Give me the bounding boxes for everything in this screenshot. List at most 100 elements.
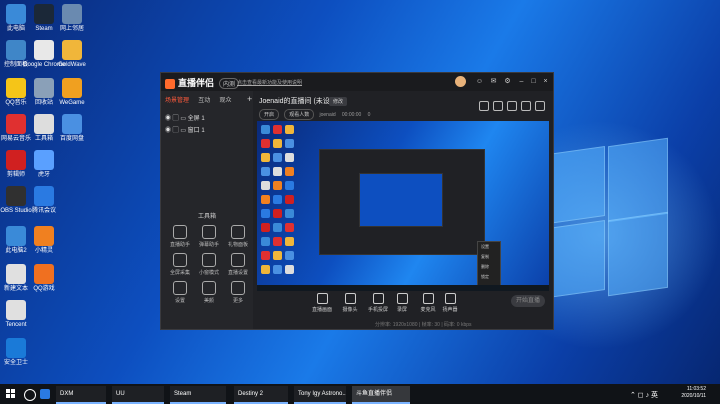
tool-icon bbox=[231, 225, 245, 239]
preview-canvas[interactable]: 设置 复制 删除 锁定 bbox=[257, 121, 549, 291]
toolbox-item[interactable]: 更多 bbox=[223, 281, 253, 304]
preview-icon bbox=[273, 125, 282, 134]
preview-icon bbox=[261, 223, 270, 232]
avatar[interactable] bbox=[455, 76, 466, 87]
stream-title[interactable]: Joenaid的直播间 (未设定) bbox=[259, 96, 339, 106]
preview-icon bbox=[285, 237, 294, 246]
control-button[interactable]: 手机投屏 bbox=[365, 293, 391, 313]
preview-icon bbox=[273, 181, 282, 190]
system-clock[interactable]: 11:03:52 2020/10/11 bbox=[670, 386, 706, 400]
desktop-icon[interactable]: 网上邻居 bbox=[50, 4, 94, 33]
taskbar-app[interactable]: DXM bbox=[56, 386, 106, 404]
toggle-pill[interactable]: 开启 bbox=[259, 109, 280, 120]
fullscreen-icon[interactable] bbox=[507, 101, 517, 111]
taskbar-app[interactable]: UU bbox=[112, 386, 164, 404]
tool-label: 美颜 bbox=[203, 298, 214, 304]
desktop-icon[interactable]: 百度网盘 bbox=[50, 114, 94, 143]
preview-icon bbox=[261, 251, 270, 260]
tab-scenes[interactable]: 场景管理 bbox=[165, 98, 189, 104]
toolbox-item[interactable]: 全屏采集 bbox=[165, 253, 195, 276]
desktop-icon[interactable]: 虎牙 bbox=[22, 150, 66, 179]
preview-icon bbox=[273, 153, 282, 162]
add-scene-icon[interactable]: + bbox=[247, 94, 252, 104]
bell-icon[interactable] bbox=[521, 101, 531, 111]
tool-icon bbox=[202, 225, 216, 239]
toolbox-item[interactable]: 礼物面板 bbox=[223, 225, 253, 248]
desktop-icon[interactable]: 安全卫士 bbox=[0, 338, 38, 367]
taskview-icon[interactable] bbox=[40, 389, 50, 399]
context-menu[interactable]: 设置 复制 删除 锁定 bbox=[477, 241, 501, 291]
control-label: 直播画面 bbox=[311, 307, 332, 313]
tab-audience[interactable]: 观众 bbox=[220, 98, 232, 104]
maximize-icon[interactable]: □ bbox=[529, 77, 538, 86]
control-button[interactable]: 扬声器 bbox=[437, 293, 463, 313]
preview-icon bbox=[285, 153, 294, 162]
layout-icon[interactable] bbox=[493, 101, 503, 111]
app-icon bbox=[62, 4, 82, 24]
taskbar-app[interactable]: Destiny 2 bbox=[234, 386, 288, 404]
close-icon[interactable]: × bbox=[541, 77, 550, 86]
preview-icon bbox=[285, 195, 294, 204]
app-icon bbox=[62, 40, 82, 60]
desktop-icon[interactable]: 腾讯会议 bbox=[22, 186, 66, 215]
control-button[interactable]: 录屏 bbox=[389, 293, 415, 313]
tab-interact[interactable]: 互动 bbox=[198, 98, 210, 104]
preview-icon bbox=[261, 209, 270, 218]
tray-icons[interactable]: ⌃ ◻ ♪ 英 bbox=[630, 390, 658, 400]
toolbox-item[interactable]: 设置 bbox=[165, 281, 195, 304]
live-assistant-window: 直播伴侣 内测 点击查看最新功能及使用说明 ☺ ✉ ⚙ – □ × 场景管理 互… bbox=[160, 72, 554, 330]
edit-title-button[interactable]: 修改 bbox=[329, 97, 348, 106]
taskbar-app[interactable]: Steam bbox=[170, 386, 226, 404]
desktop-icon[interactable]: QQ游戏 bbox=[22, 264, 66, 293]
desktop-icon-label: WeGame bbox=[59, 100, 85, 106]
toolbox-item[interactable]: 直播设置 bbox=[223, 253, 253, 276]
app-icon bbox=[34, 150, 54, 170]
preview-icon bbox=[285, 167, 294, 176]
scene-item[interactable]: ◉ ▢ ▭ 全屏 1 bbox=[165, 113, 205, 122]
lock-icon[interactable] bbox=[479, 101, 489, 111]
toolbox-item[interactable]: 美颜 bbox=[194, 281, 224, 304]
preview-icon bbox=[261, 153, 270, 162]
go-live-button[interactable]: 开始直播 bbox=[511, 295, 545, 307]
menu-item[interactable]: 设置 bbox=[478, 242, 500, 252]
desktop-icon[interactable]: Tencent bbox=[0, 300, 38, 329]
settings-icon[interactable]: ⚙ bbox=[503, 77, 512, 86]
app-icon bbox=[6, 338, 26, 358]
tool-icon bbox=[173, 225, 187, 239]
app-brand: 直播伴侣 bbox=[165, 76, 214, 89]
desktop-icon[interactable]: WeGame bbox=[50, 78, 94, 107]
desktop-icon[interactable]: 小精灵 bbox=[22, 226, 66, 255]
preview-icon bbox=[261, 167, 270, 176]
preview-icon bbox=[273, 209, 282, 218]
preview-icon bbox=[273, 195, 282, 204]
control-button[interactable]: 直播画面 bbox=[309, 293, 335, 313]
control-icon bbox=[444, 293, 456, 304]
control-button[interactable]: 摄像头 bbox=[337, 293, 363, 313]
app-icon bbox=[62, 114, 82, 134]
version-badge[interactable]: 内测 bbox=[219, 78, 240, 89]
share-icon[interactable] bbox=[535, 101, 545, 111]
control-icon bbox=[396, 293, 408, 304]
preview-icon bbox=[273, 223, 282, 232]
taskbar-app[interactable]: Tony Igy Astrono... bbox=[294, 386, 346, 404]
menu-item[interactable]: 锁定 bbox=[478, 272, 500, 282]
minimize-icon[interactable]: – bbox=[517, 77, 526, 86]
tool-icon bbox=[202, 253, 216, 267]
desktop-icon[interactable]: GoldWave bbox=[50, 40, 94, 69]
windows-start-icon[interactable] bbox=[6, 389, 16, 399]
scene-item[interactable]: ◉ ▢ ▭ 窗口 1 bbox=[165, 125, 205, 134]
toolbox-item[interactable]: 直播助手 bbox=[165, 225, 195, 248]
menu-item[interactable]: 复制 bbox=[478, 252, 500, 262]
menu-item[interactable]: 删除 bbox=[478, 262, 500, 272]
taskbar-app[interactable]: 斗鱼直播伴侣 bbox=[352, 386, 410, 404]
search-icon[interactable] bbox=[24, 389, 36, 401]
toolbox-item[interactable]: 弹幕助手 bbox=[194, 225, 224, 248]
viewers-pill[interactable]: 观看人数 bbox=[284, 109, 315, 120]
mail-icon[interactable]: ✉ bbox=[489, 77, 498, 86]
skin-icon[interactable]: ☺ bbox=[475, 77, 484, 86]
notice-link[interactable]: 点击查看最新功能及使用说明 bbox=[237, 79, 302, 86]
toolbox-item[interactable]: 小窗模式 bbox=[194, 253, 224, 276]
preview-icon bbox=[261, 195, 270, 204]
preview-icon bbox=[261, 265, 270, 274]
room-id: joenaid bbox=[319, 112, 336, 118]
